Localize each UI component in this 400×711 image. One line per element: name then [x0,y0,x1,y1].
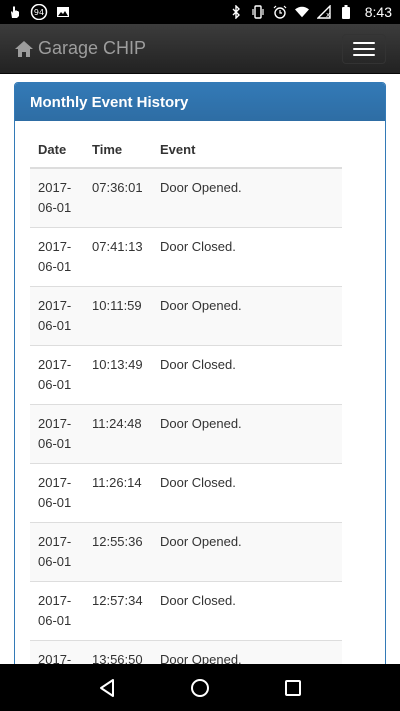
cell-date: 2017-06-01 [30,522,84,582]
cell-date: 2017-06-01 [30,463,84,523]
cell-time: 11:26:14 [84,463,152,523]
svg-text:x: x [326,11,330,19]
no-signal-icon: x [316,5,331,19]
cell-event: Door Closed. [152,581,342,641]
cell-event: Door Opened. [152,522,342,582]
alarm-icon [273,5,287,19]
panel-title: Monthly Event History [30,93,189,111]
hand-icon [8,5,22,19]
table-row: 2017-06-01 07:41:13 Door Closed. [30,227,342,287]
app-navbar: Garage CHIP [0,24,400,74]
cell-event: Door Opened. [152,404,342,464]
back-icon [99,678,114,697]
brand-link[interactable]: Garage CHIP [14,38,146,59]
cell-time: 13:56:50 [84,640,152,664]
table-row: 2017-06-01 11:26:14 Door Closed. [30,463,342,523]
back-button[interactable] [87,668,127,708]
home-icon [14,40,34,58]
cell-time: 12:55:36 [84,522,152,582]
cell-event: Door Closed. [152,227,342,287]
cell-event: Door Opened. [152,286,342,346]
table-row: 2017-06-01 11:24:48 Door Opened. [30,404,342,464]
status-bar: 94 x 8:43 [0,0,400,24]
hamburger-icon [353,42,375,44]
recents-icon [285,679,302,696]
cell-date: 2017-06-01 [30,286,84,346]
cell-time: 10:11:59 [84,286,152,346]
event-table: Date Time Event 2017-06-01 07:36:01 Door… [30,132,342,664]
badge-icon: 94 [30,4,48,20]
recents-button[interactable] [273,668,313,708]
table-row: 2017-06-01 12:57:34 Door Closed. [30,581,342,641]
cell-time: 11:24:48 [84,404,152,464]
cell-event: Door Closed. [152,463,342,523]
table-row: 2017-06-01 10:13:49 Door Closed. [30,345,342,405]
notification-badge: 94 [34,8,44,17]
table-row: 2017-06-01 07:36:01 Door Opened. [30,167,342,228]
cell-event: Door Opened. [152,167,342,228]
cell-date: 2017-06-01 [30,640,84,664]
cell-time: 12:57:34 [84,581,152,641]
bluetooth-icon [229,5,243,19]
image-icon [56,5,70,19]
cell-time: 10:13:49 [84,345,152,405]
cell-date: 2017-06-01 [30,581,84,641]
table-row: 2017-06-01 10:11:59 Door Opened. [30,286,342,346]
header-event: Event [152,132,342,169]
cell-date: 2017-06-01 [30,167,84,228]
panel-heading: Monthly Event History [15,83,385,121]
vibrate-icon [251,5,265,19]
home-circle-icon [190,678,209,697]
brand-title: Garage CHIP [38,38,147,58]
cell-date: 2017-06-01 [30,345,84,405]
cell-event: Door Closed. [152,345,342,405]
wifi-icon [294,5,309,19]
cell-time: 07:41:13 [84,227,152,287]
battery-icon [339,5,353,19]
table-row: 2017-06-01 13:56:50 Door Opened. [30,640,342,664]
header-date: Date [30,132,84,169]
status-time: 8:43 [364,4,392,20]
cell-date: 2017-06-01 [30,227,84,287]
cell-event: Door Opened. [152,640,342,664]
system-navigation-bar [0,664,400,711]
home-button[interactable] [180,668,220,708]
table-row: 2017-06-01 12:55:36 Door Opened. [30,522,342,582]
main-content[interactable]: Monthly Event History Date Time Event 20… [0,74,400,664]
table-header-row: Date Time Event [30,132,342,169]
cell-date: 2017-06-01 [30,404,84,464]
header-time: Time [84,132,152,169]
menu-toggle-button[interactable] [342,34,386,64]
cell-time: 07:36:01 [84,167,152,228]
